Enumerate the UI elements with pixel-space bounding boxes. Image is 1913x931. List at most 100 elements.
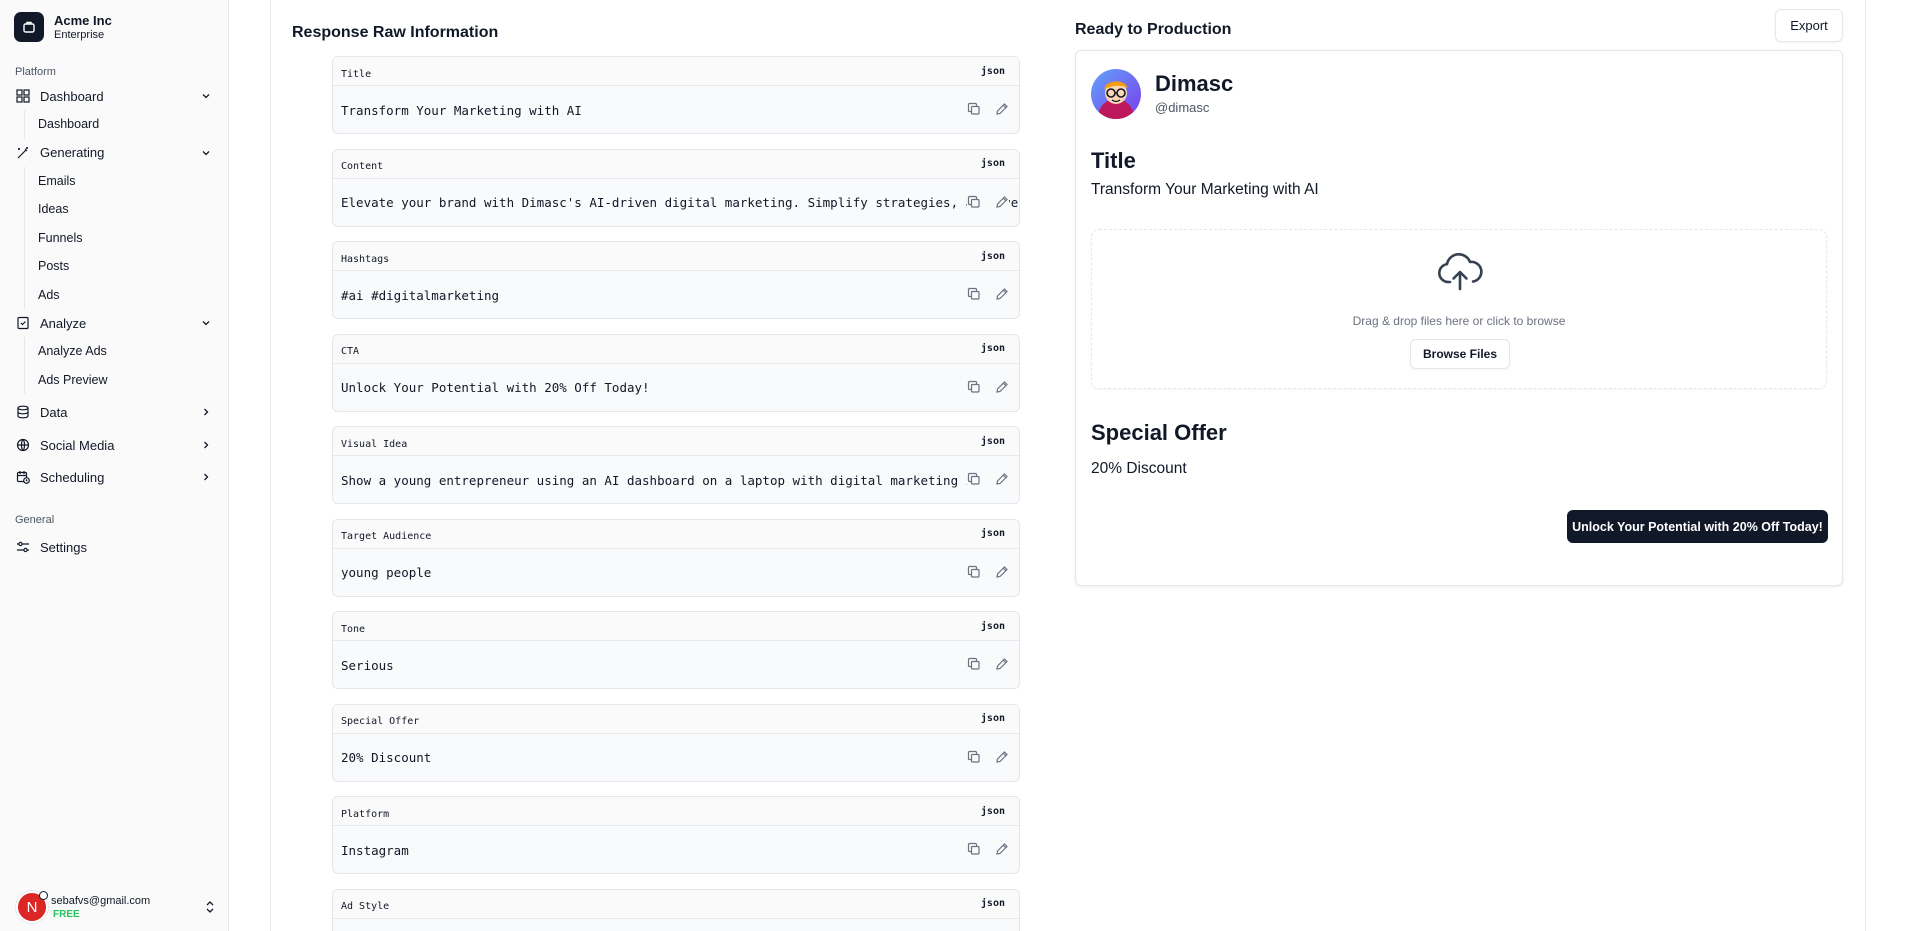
- preview-title-heading: Title: [1091, 148, 1136, 173]
- sidebar: Acme Inc Enterprise Platform Dashboard D…: [0, 0, 229, 931]
- special-offer-text: 20% Discount: [1091, 460, 1187, 477]
- cta-button[interactable]: Unlock Your Potential with 20% Off Today…: [1567, 510, 1828, 543]
- sidebar-item-label: Data: [40, 404, 68, 420]
- copy-icon[interactable]: [967, 657, 981, 671]
- edit-icon[interactable]: [995, 842, 1009, 856]
- chevron-down-icon: [200, 147, 212, 159]
- chevron-right-icon: [200, 406, 212, 418]
- special-offer-heading: Special Offer: [1091, 420, 1227, 445]
- user-plan-badge: FREE: [53, 908, 80, 920]
- sidebar-item-label: Generating: [40, 145, 105, 160]
- copy-icon[interactable]: [967, 102, 981, 116]
- edit-icon[interactable]: [995, 657, 1009, 671]
- sidebar-subitem-dashboard[interactable]: Dashboard: [38, 110, 228, 139]
- copy-icon[interactable]: [967, 472, 981, 486]
- field-header: Tone json: [333, 612, 1019, 641]
- chevron-right-icon: [200, 439, 212, 451]
- dashboard-submenu: Dashboard: [24, 110, 228, 139]
- edit-icon[interactable]: [995, 380, 1009, 394]
- field-value: Transform Your Marketing with AI: [341, 102, 582, 118]
- field-lang-badge: json: [980, 898, 1005, 909]
- field-actions: [967, 842, 1009, 856]
- field-body: young people: [333, 549, 1019, 596]
- field-value: Show a young entrepreneur using an AI da…: [341, 472, 1004, 488]
- sidebar-item-analyze[interactable]: Analyze: [0, 309, 228, 337]
- file-dropzone[interactable]: Drag & drop files here or click to brows…: [1091, 229, 1827, 389]
- field-header: Content json: [333, 149, 1019, 179]
- field-body: Unlock Your Potential with 20% Off Today…: [333, 364, 1019, 411]
- sidebar-subitem-ads-preview[interactable]: Ads Preview: [38, 366, 228, 395]
- copy-icon[interactable]: [967, 195, 981, 209]
- edit-icon[interactable]: [995, 287, 1009, 301]
- copy-icon[interactable]: [967, 380, 981, 394]
- sidebar-subitem-analyze-ads[interactable]: Analyze Ads: [38, 337, 228, 366]
- edit-icon[interactable]: [995, 750, 1009, 764]
- field-value: 20% Discount: [341, 750, 432, 765]
- field-label: Platform: [341, 808, 390, 820]
- copy-icon[interactable]: [967, 287, 981, 301]
- sidebar-item-scheduling[interactable]: Scheduling: [0, 463, 228, 491]
- database-icon: [16, 405, 30, 419]
- sidebar-item-generating[interactable]: Generating: [0, 139, 228, 167]
- analyze-submenu: Analyze Ads Ads Preview: [24, 337, 228, 394]
- field-card: Hashtags json #ai #digitalmarketing: [332, 241, 1020, 319]
- user-menu[interactable]: N sebafvs@gmail.com FREE: [16, 891, 216, 923]
- export-button[interactable]: Export: [1775, 9, 1843, 42]
- browse-files-button[interactable]: Browse Files: [1410, 339, 1510, 369]
- copy-icon[interactable]: [967, 842, 981, 856]
- field-label: Visual Idea: [341, 438, 408, 450]
- org-switcher[interactable]: Acme Inc Enterprise: [0, 0, 228, 54]
- field-lang-badge: json: [980, 343, 1005, 354]
- status-dot: [39, 891, 48, 900]
- sidebar-subitem-ideas[interactable]: Ideas: [38, 195, 228, 224]
- field-label: CTA: [341, 346, 360, 357]
- edit-icon[interactable]: [995, 195, 1009, 209]
- sidebar-item-label: Dashboard: [40, 88, 104, 104]
- field-card: Target Audience json young people: [332, 518, 1020, 597]
- chevron-down-icon: [200, 317, 212, 329]
- sidebar-item-social-media[interactable]: Social Media: [0, 431, 228, 459]
- field-header: Visual Idea json: [333, 427, 1019, 456]
- layout-dashboard-icon: [16, 89, 30, 103]
- copy-icon[interactable]: [967, 565, 981, 579]
- field-value: young people: [341, 565, 432, 580]
- field-actions: [967, 287, 1009, 301]
- field-body: Show a young entrepreneur using an AI da…: [333, 456, 1019, 503]
- edit-icon[interactable]: [995, 102, 1009, 116]
- preview-title-text: Transform Your Marketing with AI: [1091, 181, 1319, 198]
- field-lang-badge: json: [980, 528, 1005, 539]
- org-plan: Enterprise: [54, 28, 105, 41]
- field-card: Ad Style json: [332, 888, 1020, 931]
- field-card: Platform json Instagram: [332, 796, 1020, 874]
- edit-icon[interactable]: [995, 565, 1009, 579]
- user-email: sebafvs@gmail.com: [51, 894, 151, 907]
- avatar-initial: N: [26, 898, 38, 916]
- sidebar-item-label: Settings: [40, 539, 87, 555]
- field-actions: [967, 657, 1009, 671]
- field-actions: [967, 472, 1009, 486]
- copy-icon[interactable]: [967, 750, 981, 764]
- dropzone-text: Drag & drop files here or click to brows…: [1352, 314, 1566, 328]
- ad-preview-card: Dimasc @dimasc Title Transform Your Mark…: [1075, 50, 1843, 586]
- sidebar-subitem-emails[interactable]: Emails: [38, 167, 228, 196]
- sidebar-item-label: Social Media: [40, 437, 115, 453]
- sidebar-subitem-funnels[interactable]: Funnels: [38, 224, 228, 253]
- sidebar-item-data[interactable]: Data: [0, 398, 228, 426]
- field-card: Title json Transform Your Marketing with A…: [332, 56, 1020, 134]
- wand-icon: [16, 146, 30, 160]
- field-lang-badge: json: [980, 158, 1005, 169]
- field-card: Visual Idea json Show a young entrepreneur…: [332, 426, 1020, 504]
- field-header: CTA json: [333, 334, 1019, 364]
- sidebar-item-dashboard[interactable]: Dashboard: [0, 82, 228, 110]
- edit-icon[interactable]: [995, 472, 1009, 486]
- field-body: #ai #digitalmarketing: [333, 271, 1019, 318]
- profile-name: Dimasc: [1155, 71, 1234, 96]
- sidebar-subitem-posts[interactable]: Posts: [38, 252, 228, 281]
- field-body: Serious: [333, 641, 1019, 688]
- field-lang-badge: json: [980, 805, 1005, 817]
- sidebar-subitem-ads[interactable]: Ads: [38, 281, 228, 310]
- org-name: Acme Inc: [54, 12, 112, 28]
- field-actions: [967, 102, 1009, 116]
- globe-icon: [16, 438, 30, 452]
- sidebar-item-settings[interactable]: Settings: [0, 533, 228, 561]
